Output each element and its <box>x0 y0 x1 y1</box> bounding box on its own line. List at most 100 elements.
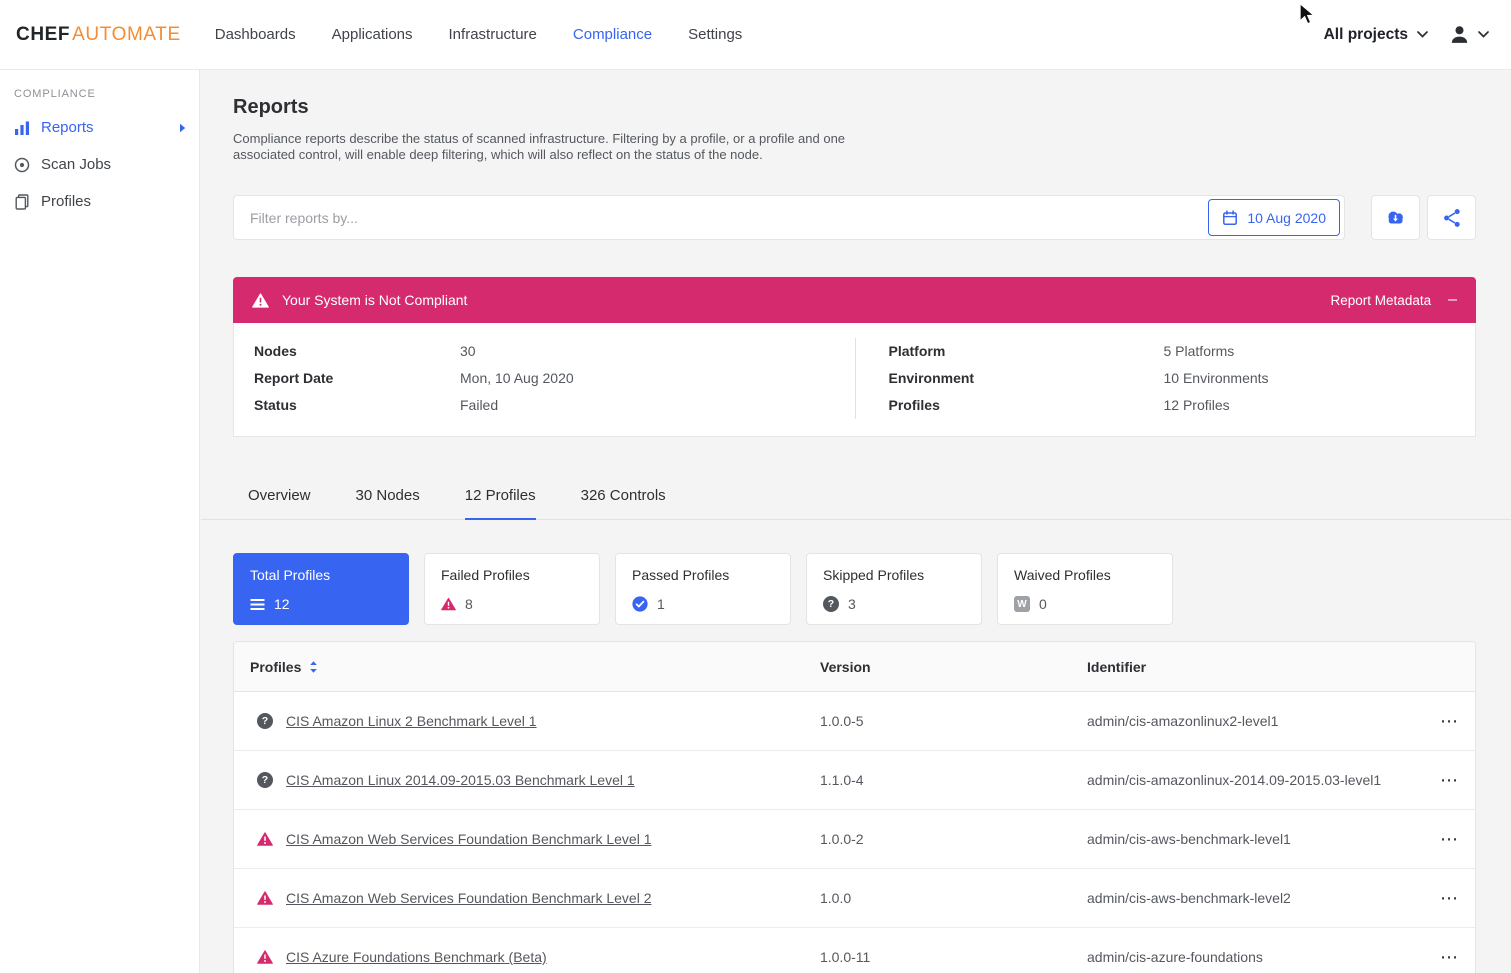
tab-profiles[interactable]: 12 Profiles <box>465 477 536 520</box>
profile-version: 1.1.0-4 <box>820 772 1087 788</box>
chevron-down-icon <box>1417 31 1428 38</box>
sidebar-item-label: Profiles <box>41 193 91 210</box>
profile-identifier: admin/cis-aws-benchmark-level1 <box>1087 831 1415 847</box>
table-row: ? CIS Azure Foundations Benchmark (Beta)… <box>234 928 1475 973</box>
report-metadata-toggle[interactable]: Report Metadata <box>1331 293 1432 308</box>
row-menu-button[interactable]: ⋯ <box>1440 830 1459 848</box>
metadata-row: Report Date Mon, 10 Aug 2020 <box>254 365 855 392</box>
table-header-profiles[interactable]: Profiles <box>250 659 820 675</box>
table-row: ? CIS Amazon Linux 2014.09-2015.03 Bench… <box>234 751 1475 810</box>
date-label: 10 Aug 2020 <box>1247 210 1326 226</box>
primary-nav: Dashboards Applications Infrastructure C… <box>197 0 761 70</box>
collapse-icon[interactable]: – <box>1448 292 1457 308</box>
metadata-row: Status Failed <box>254 392 855 419</box>
sidebar-item-profiles[interactable]: Profiles <box>0 183 199 220</box>
banner-message: Your System is Not Compliant <box>282 292 467 308</box>
nav-applications[interactable]: Applications <box>314 0 431 70</box>
card-count: 8 <box>465 596 473 612</box>
profile-link[interactable]: CIS Amazon Linux 2014.09-2015.03 Benchma… <box>286 772 635 788</box>
profile-identifier: admin/cis-aws-benchmark-level2 <box>1087 890 1415 906</box>
report-tabs: Overview 30 Nodes 12 Profiles 326 Contro… <box>201 477 1511 520</box>
card-failed-profiles[interactable]: Failed Profiles 8 <box>424 553 600 625</box>
metadata-label: Status <box>254 392 460 419</box>
projects-label: All projects <box>1324 26 1408 44</box>
metadata-row: Nodes 30 <box>254 338 855 365</box>
profile-link[interactable]: CIS Azure Foundations Benchmark (Beta) <box>286 949 547 965</box>
compliance-sidebar: COMPLIANCE Reports Scan Jobs Profiles <box>0 70 200 973</box>
card-label: Skipped Profiles <box>823 567 965 583</box>
metadata-label: Report Date <box>254 365 460 392</box>
card-count: 3 <box>848 596 856 612</box>
warning-triangle-icon <box>257 832 273 846</box>
row-menu-button[interactable]: ⋯ <box>1440 889 1459 907</box>
card-passed-profiles[interactable]: Passed Profiles 1 <box>615 553 791 625</box>
logo-chef: CHEF <box>16 24 70 46</box>
profile-link[interactable]: CIS Amazon Linux 2 Benchmark Level 1 <box>286 713 537 729</box>
table-header-identifier: Identifier <box>1087 659 1415 675</box>
ellipsis-icon: ⋯ <box>1440 829 1459 849</box>
main-content: Reports Compliance reports describe the … <box>201 70 1511 973</box>
table-row: ? CIS Amazon Web Services Foundation Ben… <box>234 810 1475 869</box>
metadata-row: Environment 10 Environments <box>889 365 1476 392</box>
row-menu-button[interactable]: ⋯ <box>1440 771 1459 789</box>
download-report-button[interactable] <box>1371 195 1420 240</box>
warning-triangle-icon <box>257 891 273 905</box>
ellipsis-icon: ⋯ <box>1440 947 1459 967</box>
noncompliance-banner: Your System is Not Compliant Report Meta… <box>233 277 1476 323</box>
profiles-table: Profiles Version Identifier ? CIS Amazon… <box>233 641 1476 973</box>
user-avatar-icon <box>1448 23 1471 46</box>
profile-link[interactable]: CIS Amazon Web Services Foundation Bench… <box>286 890 651 906</box>
profile-version: 1.0.0-5 <box>820 713 1087 729</box>
nav-settings[interactable]: Settings <box>670 0 760 70</box>
triangle-right-icon[interactable] <box>179 123 186 133</box>
row-menu-button[interactable]: ⋯ <box>1440 948 1459 966</box>
nav-dashboards[interactable]: Dashboards <box>197 0 314 70</box>
profile-identifier: admin/cis-azure-foundations <box>1087 949 1415 965</box>
card-total-profiles[interactable]: Total Profiles 12 <box>233 553 409 625</box>
share-report-button[interactable] <box>1427 195 1476 240</box>
sidebar-item-reports[interactable]: Reports <box>0 109 199 146</box>
ellipsis-icon: ⋯ <box>1440 888 1459 908</box>
page-description: Compliance reports describe the status o… <box>233 131 855 163</box>
nav-infrastructure[interactable]: Infrastructure <box>431 0 555 70</box>
chef-automate-logo[interactable]: CHEF AUTOMATE <box>16 24 181 46</box>
profile-version: 1.0.0 <box>820 890 1087 906</box>
question-circle-icon: ? <box>823 596 839 612</box>
profile-status-cards: Total Profiles 12 Failed Profiles 8 <box>233 553 1476 625</box>
tab-controls[interactable]: 326 Controls <box>581 477 666 520</box>
top-navbar: CHEF AUTOMATE Dashboards Applications In… <box>0 0 1511 70</box>
sort-icon[interactable] <box>309 660 318 674</box>
scan-radar-icon <box>14 157 30 173</box>
metadata-value: 5 Platforms <box>1164 338 1235 365</box>
question-circle-icon: ? <box>257 713 273 729</box>
tab-overview[interactable]: Overview <box>248 477 311 520</box>
warning-triangle-icon <box>257 950 273 964</box>
user-menu[interactable] <box>1448 23 1489 46</box>
card-count: 0 <box>1039 596 1047 612</box>
metadata-value: 10 Environments <box>1164 365 1269 392</box>
card-waived-profiles[interactable]: Waived Profiles W 0 <box>997 553 1173 625</box>
bar-chart-icon <box>14 120 30 136</box>
card-label: Failed Profiles <box>441 567 583 583</box>
report-metadata-panel: Nodes 30 Report Date Mon, 10 Aug 2020 St… <box>233 323 1476 437</box>
documents-stack-icon <box>14 194 30 210</box>
question-circle-icon: ? <box>257 772 273 788</box>
projects-selector[interactable]: All projects <box>1324 26 1428 44</box>
ellipsis-icon: ⋯ <box>1440 770 1459 790</box>
metadata-label: Platform <box>889 338 1164 365</box>
share-icon <box>1442 208 1462 228</box>
date-picker-button[interactable]: 10 Aug 2020 <box>1208 199 1340 236</box>
tab-nodes[interactable]: 30 Nodes <box>356 477 420 520</box>
row-menu-button[interactable]: ⋯ <box>1440 712 1459 730</box>
profile-link[interactable]: CIS Amazon Web Services Foundation Bench… <box>286 831 651 847</box>
ellipsis-icon: ⋯ <box>1440 711 1459 731</box>
nav-compliance[interactable]: Compliance <box>555 0 670 70</box>
logo-automate: AUTOMATE <box>72 24 181 46</box>
filter-row: 10 Aug 2020 <box>233 195 1476 240</box>
filter-reports-input[interactable] <box>234 210 1208 226</box>
navbar-right: All projects <box>1324 23 1489 46</box>
sidebar-item-scan-jobs[interactable]: Scan Jobs <box>0 146 199 183</box>
profile-version: 1.0.0-11 <box>820 949 1087 965</box>
card-count: 1 <box>657 596 665 612</box>
card-skipped-profiles[interactable]: Skipped Profiles ? 3 <box>806 553 982 625</box>
